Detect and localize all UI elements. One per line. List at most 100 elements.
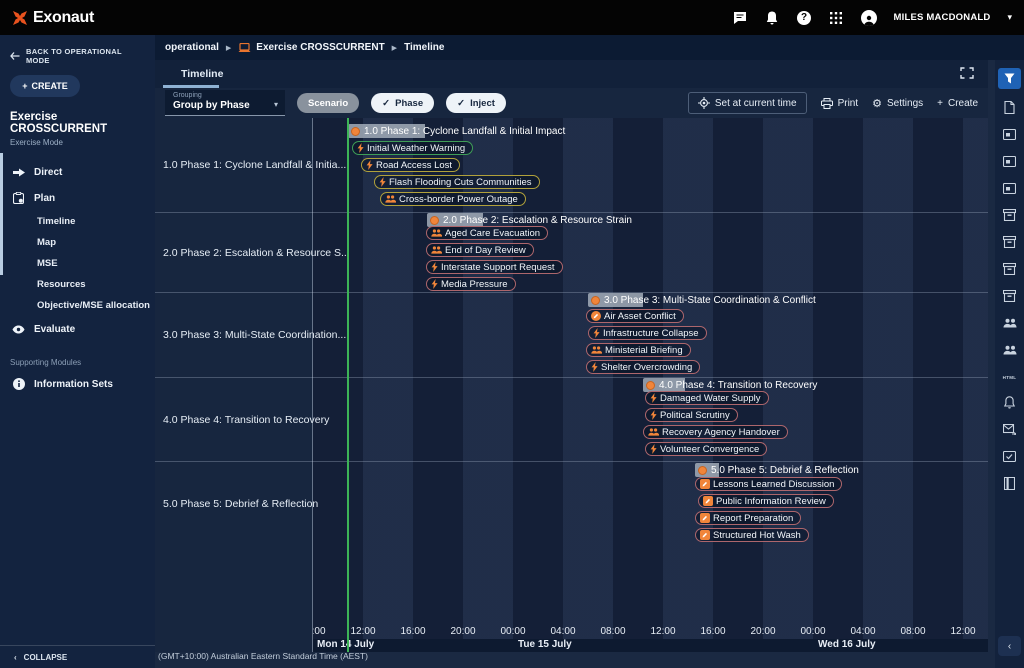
- card-icon[interactable]: [995, 123, 1024, 145]
- inject-bar[interactable]: Ministerial Briefing: [586, 343, 691, 357]
- inject-bar[interactable]: Air Asset Conflict: [586, 309, 684, 323]
- document-icon[interactable]: [995, 96, 1024, 118]
- bell-icon[interactable]: [995, 391, 1024, 413]
- sidebar-item-plan[interactable]: Plan: [0, 185, 155, 211]
- inject-toggle-chip[interactable]: ✓ Inject: [446, 93, 506, 113]
- phase-toggle-chip[interactable]: ✓ Phase: [371, 93, 434, 113]
- inject-label: Aged Care Evacuation: [445, 228, 540, 239]
- people-icon: [385, 195, 396, 203]
- people-icon[interactable]: [995, 339, 1024, 361]
- inject-bar[interactable]: Infrastructure Collapse: [588, 326, 707, 340]
- timeline-row-phase-4: 4.0 Phase 4: Transition to Recovery 4.0 …: [155, 378, 988, 462]
- sidebar-item-timeline[interactable]: Timeline: [0, 211, 155, 232]
- inject-bar[interactable]: Initial Weather Warning: [352, 141, 473, 155]
- inject-bar[interactable]: Cross-border Power Outage: [380, 192, 526, 206]
- tick-label: 12:00: [650, 626, 675, 637]
- inject-bar[interactable]: Media Pressure: [426, 277, 516, 291]
- filter-icon[interactable]: [998, 68, 1021, 89]
- inject-bar[interactable]: Road Access Lost: [361, 158, 460, 172]
- book-icon[interactable]: [995, 472, 1024, 494]
- inject-label: Report Preparation: [713, 513, 793, 524]
- inject-bar[interactable]: Volunteer Convergence: [645, 442, 767, 456]
- inject-bar[interactable]: Damaged Water Supply: [645, 391, 769, 405]
- breadcrumb-exercise[interactable]: Exercise CROSSCURRENT: [256, 42, 384, 53]
- sidebar-create-button[interactable]: + CREATE: [10, 75, 80, 97]
- archive-box-icon[interactable]: [995, 285, 1024, 307]
- timeline-row-phase-3: 3.0 Phase 3: Multi-State Coordination...…: [155, 293, 988, 378]
- back-to-operational-mode-link[interactable]: BACK TO OPERATIONAL MODE: [0, 35, 155, 65]
- inject-bar[interactable]: Aged Care Evacuation: [426, 226, 548, 240]
- user-avatar[interactable]: [861, 10, 877, 26]
- rail-collapse-chevron-icon[interactable]: ‹: [998, 636, 1021, 656]
- fullscreen-icon[interactable]: [960, 67, 974, 79]
- card-check-icon[interactable]: [995, 445, 1024, 467]
- settings-button[interactable]: ⚙ Settings: [872, 97, 923, 110]
- create-button[interactable]: + Create: [937, 98, 978, 109]
- user-name[interactable]: MILES MACDONALD: [894, 12, 991, 23]
- bolt-icon: [650, 410, 657, 420]
- user-menu-chevron-down-icon[interactable]: ▾: [1007, 12, 1012, 23]
- archive-box-icon[interactable]: [995, 258, 1024, 280]
- plan-clipboard-icon: [12, 192, 25, 204]
- edit-square-icon: [700, 513, 710, 523]
- inject-bar[interactable]: End of Day Review: [426, 243, 534, 257]
- print-button[interactable]: Print: [821, 98, 859, 109]
- breadcrumb-separator-icon: ▶: [392, 44, 397, 52]
- breadcrumb-timeline[interactable]: Timeline: [404, 42, 444, 53]
- inject-bar[interactable]: Structured Hot Wash: [695, 528, 809, 542]
- tab-timeline[interactable]: Timeline: [163, 60, 241, 88]
- left-sidebar: BACK TO OPERATIONAL MODE + CREATE Exerci…: [0, 35, 155, 668]
- row-label: 3.0 Phase 3: Multi-State Coordination...: [163, 329, 308, 341]
- people-icon[interactable]: [995, 312, 1024, 334]
- grouping-select[interactable]: Grouping Group by Phase ▾: [165, 90, 285, 116]
- sidebar-collapse-button[interactable]: ‹ COLLAPSE: [0, 645, 155, 668]
- sidebar-item-resources[interactable]: Resources: [0, 274, 155, 295]
- set-at-current-time-button[interactable]: Set at current time: [688, 92, 807, 114]
- card-icon[interactable]: [995, 150, 1024, 172]
- tick-label: 00:00: [800, 626, 825, 637]
- phase-bar[interactable]: 3.0 Phase 3: Multi-State Coordination & …: [588, 293, 816, 307]
- phase-bar-label: 4.0 Phase 4: Transition to Recovery: [659, 380, 817, 391]
- inject-bar[interactable]: Public Information Review: [698, 494, 834, 508]
- inject-bar[interactable]: Political Scrutiny: [645, 408, 738, 422]
- help-icon[interactable]: ?: [797, 10, 812, 25]
- sidebar-item-evaluate[interactable]: Evaluate: [0, 316, 155, 342]
- scenario-toggle-chip[interactable]: Scenario: [297, 93, 359, 113]
- phase-bar[interactable]: 5.0 Phase 5: Debrief & Reflection: [695, 463, 859, 477]
- html-icon[interactable]: HTML: [995, 366, 1024, 388]
- tick-label: 20:00: [450, 626, 475, 637]
- sidebar-item-information-sets[interactable]: Information Sets: [0, 371, 155, 397]
- phase-bar[interactable]: 4.0 Phase 4: Transition to Recovery: [643, 378, 817, 392]
- inject-bar[interactable]: Interstate Support Request: [426, 260, 563, 274]
- archive-box-icon[interactable]: [995, 231, 1024, 253]
- inject-label: Recovery Agency Handover: [662, 427, 780, 438]
- sidebar-item-direct[interactable]: Direct: [0, 159, 155, 185]
- inject-bar[interactable]: Lessons Learned Discussion: [695, 477, 842, 491]
- card-icon[interactable]: [995, 177, 1024, 199]
- check-icon: ✓: [382, 98, 390, 109]
- sidebar-item-mse[interactable]: MSE: [0, 253, 155, 274]
- chevron-down-icon: ▾: [274, 100, 278, 109]
- inject-bar[interactable]: Recovery Agency Handover: [643, 425, 788, 439]
- sidebar-item-objective-mse-allocation[interactable]: Objective/MSE allocation: [0, 295, 155, 316]
- apps-grid-icon[interactable]: [829, 10, 844, 25]
- sidebar-item-map[interactable]: Map: [0, 232, 155, 253]
- phase-bar-label: 1.0 Phase 1: Cyclone Landfall & Initial …: [364, 126, 565, 137]
- inject-label: Infrastructure Collapse: [603, 328, 699, 339]
- phase-bar-label: 3.0 Phase 3: Multi-State Coordination & …: [604, 295, 816, 306]
- mail-send-icon[interactable]: [995, 418, 1024, 440]
- current-time-line: [347, 118, 349, 652]
- phase-bar[interactable]: 1.0 Phase 1: Cyclone Landfall & Initial …: [348, 124, 565, 138]
- archive-box-icon[interactable]: [995, 204, 1024, 226]
- breadcrumb: operational ▶ Exercise CROSSCURRENT ▶ Ti…: [155, 35, 1024, 60]
- brand-logo[interactable]: Exonaut: [12, 9, 94, 27]
- chat-icon[interactable]: [733, 10, 748, 25]
- inject-bar[interactable]: Shelter Overcrowding: [586, 360, 700, 374]
- phase-bar[interactable]: 2.0 Phase 2: Escalation & Resource Strai…: [427, 213, 632, 227]
- inject-bar[interactable]: Flash Flooding Cuts Communities: [374, 175, 540, 189]
- people-icon: [431, 229, 442, 237]
- phase-icon: [646, 381, 655, 390]
- breadcrumb-operational[interactable]: operational: [165, 42, 219, 53]
- notifications-bell-icon[interactable]: [765, 10, 780, 25]
- inject-bar[interactable]: Report Preparation: [695, 511, 801, 525]
